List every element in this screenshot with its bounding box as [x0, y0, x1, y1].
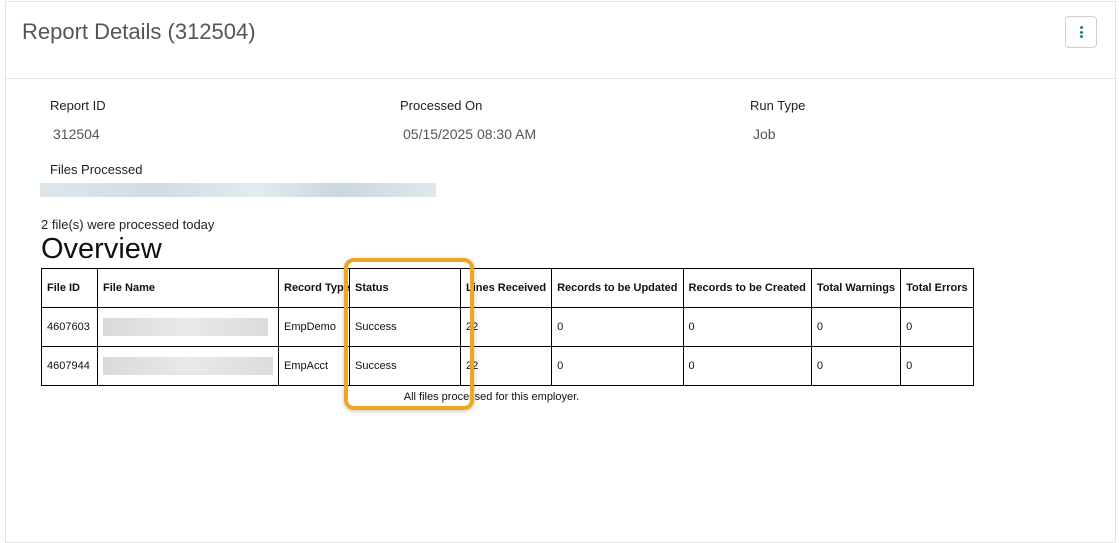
overview-table: File ID File Name Record Type Status Lin… — [41, 268, 974, 386]
table-footer-note: All files processed for this employer. — [403, 391, 580, 403]
file-name-redacted — [103, 318, 268, 336]
processed-on-value: 05/15/2025 08:30 AM — [403, 126, 537, 142]
processed-on-label: Processed On — [400, 98, 483, 113]
table-row: 4607603 EmpDemo Success 22 0 0 0 0 — [41, 307, 974, 347]
table-header-row: File ID File Name Record Type Status Lin… — [41, 268, 974, 308]
cell-file-id: 4607603 — [41, 307, 98, 347]
col-file-id: File ID — [41, 268, 98, 308]
files-processed-redacted — [40, 183, 436, 197]
cell-file-id: 4607944 — [41, 346, 98, 386]
report-id-value: 312504 — [53, 126, 100, 142]
page-title: Report Details (312504) — [22, 19, 256, 44]
cell-total-warnings: 0 — [810, 346, 902, 386]
overview-heading: Overview — [41, 233, 162, 265]
cell-file-name — [97, 307, 279, 347]
cell-records-created: 0 — [682, 307, 812, 347]
cell-status: Success — [349, 307, 461, 347]
col-records-updated: Records to be Updated — [551, 268, 684, 308]
files-processed-label: Files Processed — [50, 162, 143, 177]
col-status: Status — [349, 268, 461, 308]
col-records-created: Records to be Created — [682, 268, 812, 308]
report-id-label: Report ID — [50, 98, 106, 113]
vertical-ellipsis-icon — [1080, 26, 1083, 38]
cell-total-warnings: 0 — [810, 307, 902, 347]
table-row: 4607944 EmpAcct Success 22 0 0 0 0 — [41, 346, 974, 386]
cell-record-type: EmpAcct — [278, 346, 350, 386]
col-total-warnings: Total Warnings — [810, 268, 902, 308]
cell-records-updated: 0 — [551, 346, 684, 386]
file-name-redacted — [103, 357, 273, 375]
more-options-button[interactable] — [1065, 16, 1097, 48]
cell-records-updated: 0 — [551, 307, 684, 347]
cell-total-errors: 0 — [900, 346, 974, 386]
cell-status: Success — [349, 346, 461, 386]
cell-total-errors: 0 — [900, 307, 974, 347]
cell-lines-received: 22 — [459, 346, 553, 386]
cell-file-name — [97, 346, 279, 386]
col-file-name: File Name — [97, 268, 279, 308]
run-type-label: Run Type — [750, 98, 806, 113]
cell-record-type: EmpDemo — [278, 307, 350, 347]
col-lines-received: Lines Received — [459, 268, 553, 308]
cell-records-created: 0 — [682, 346, 812, 386]
processed-count-text: 2 file(s) were processed today — [41, 217, 215, 232]
card-header: Report Details (312504) — [6, 2, 1115, 79]
col-total-errors: Total Errors — [900, 268, 974, 308]
col-record-type: Record Type — [278, 268, 350, 308]
run-type-value: Job — [753, 126, 776, 142]
cell-lines-received: 22 — [459, 307, 553, 347]
